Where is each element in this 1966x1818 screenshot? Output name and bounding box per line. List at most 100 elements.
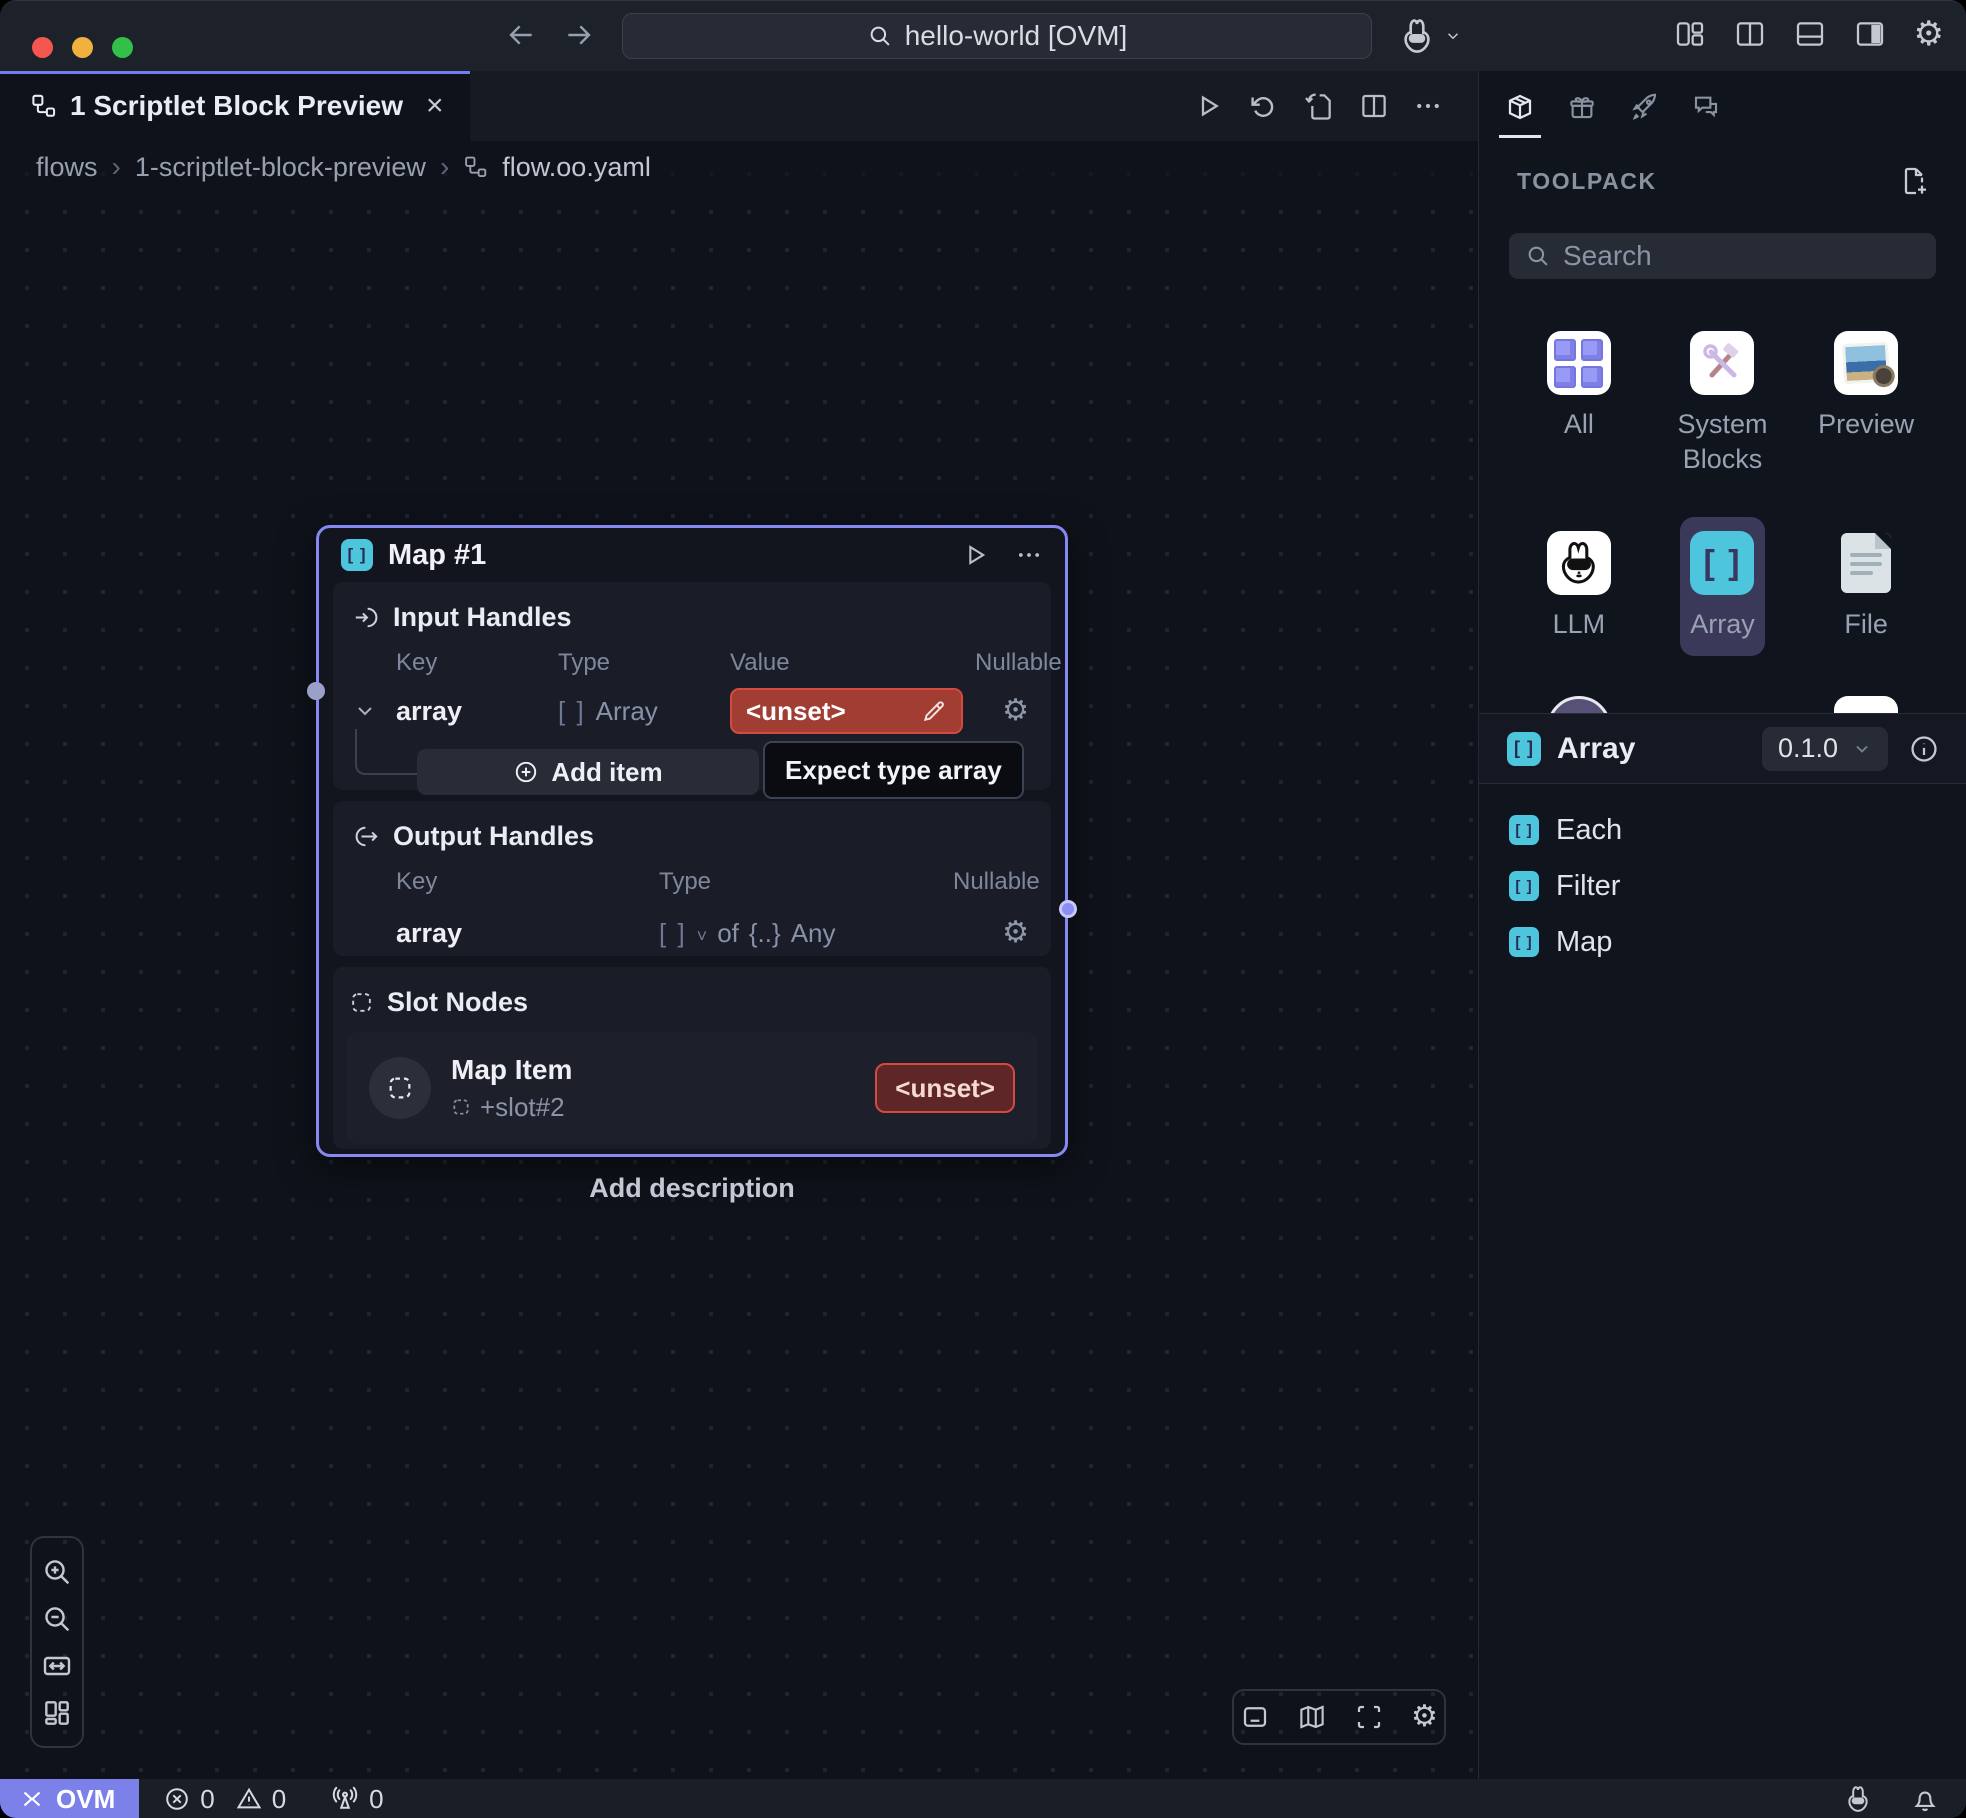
split-editor-icon[interactable] [1359, 91, 1389, 121]
dashed-slot-icon [451, 1097, 471, 1117]
broadcast-status[interactable]: 0 [330, 1784, 383, 1815]
map-node[interactable]: [ ] Map #1 Input Handles [316, 525, 1068, 1157]
split-vertical-icon[interactable] [1734, 18, 1766, 50]
flow-icon [463, 155, 488, 180]
warnings-status[interactable]: 0 [235, 1784, 286, 1815]
preview-photo-icon [1834, 331, 1898, 395]
breadcrumb-item-file[interactable]: flow.oo.yaml [502, 152, 651, 183]
file-document-icon [1834, 531, 1898, 595]
tab-rocket-icon[interactable] [1625, 82, 1663, 132]
bunny-mascot-icon [1396, 15, 1438, 57]
minimize-window-button[interactable] [72, 37, 93, 58]
chevron-down-icon [1852, 739, 1872, 759]
output-key: array [396, 918, 659, 949]
breadcrumb-item-folder[interactable]: 1-scriptlet-block-preview [135, 152, 426, 183]
breadcrumb-item-flows[interactable]: flows [36, 152, 98, 183]
braces-icon: {..} [749, 918, 781, 949]
tool-all[interactable]: All [1537, 317, 1621, 491]
info-icon[interactable] [1908, 733, 1940, 765]
more-actions-icon[interactable] [1413, 91, 1443, 121]
output-row-array: array [ ]˅ of {..} Any ⚙ [333, 902, 1051, 964]
list-item-each[interactable]: [ ] Each [1479, 802, 1966, 858]
add-description-button[interactable]: Add description [316, 1173, 1068, 1204]
node-menu-icon[interactable] [1015, 541, 1043, 569]
forward-icon[interactable] [563, 19, 595, 51]
slot-unset-badge[interactable]: <unset> [875, 1063, 1015, 1113]
export-file-icon[interactable] [1303, 90, 1335, 122]
broadcast-count: 0 [369, 1784, 383, 1815]
array-bracket-icon: [ ] [341, 539, 373, 571]
tool-array-selected[interactable]: [ ] Array [1680, 517, 1765, 656]
list-item-label: Filter [1556, 870, 1620, 903]
minimap-icon[interactable] [1297, 1702, 1327, 1732]
column-type: Type [558, 649, 730, 677]
add-item-label: Add item [551, 757, 662, 788]
arrange-layout-icon[interactable] [41, 1697, 73, 1729]
zoom-window-button[interactable] [112, 37, 133, 58]
slot-avatar [369, 1057, 431, 1119]
bunny-mascot-icon[interactable] [1842, 1783, 1874, 1815]
errors-status[interactable]: 0 [163, 1784, 214, 1815]
tool-system-blocks[interactable]: System Blocks [1651, 317, 1795, 491]
right-panel-icon[interactable] [1854, 18, 1886, 50]
tool-preview[interactable]: Preview [1808, 317, 1924, 491]
llm-fox-icon [1547, 531, 1611, 595]
zoom-out-icon[interactable] [41, 1603, 73, 1635]
collapse-chevron-icon[interactable] [353, 699, 377, 723]
input-type: Array [596, 696, 658, 727]
all-blocks-icon [1547, 331, 1611, 395]
command-search-bar[interactable]: hello-world [OVM] [622, 13, 1372, 59]
notifications-bell-icon[interactable] [1910, 1784, 1940, 1814]
run-node-icon[interactable] [961, 541, 989, 569]
tab-comments-icon[interactable] [1687, 82, 1725, 132]
hammer-wrench-icon [1690, 331, 1754, 395]
tab-toolpack-package-icon[interactable] [1501, 82, 1539, 132]
assistant-menu[interactable] [1396, 15, 1462, 57]
split-horizontal-icon[interactable] [1794, 18, 1826, 50]
input-handles-section: Input Handles Key Type Value Nullable ar… [333, 582, 1051, 790]
list-item-filter[interactable]: [ ] Filter [1479, 858, 1966, 914]
column-nullable: Nullable [975, 649, 1088, 677]
tab-label: 1 Scriptlet Block Preview [70, 90, 403, 122]
list-item-map[interactable]: [ ] Map [1479, 914, 1966, 970]
input-connection-handle[interactable] [307, 682, 325, 700]
add-item-button[interactable]: Add item [417, 749, 759, 795]
tool-grid: All System Blocks Preview LLM [ ] Array [1507, 317, 1938, 774]
output-connection-handle[interactable] [1059, 900, 1077, 918]
tab-gift-icon[interactable] [1563, 82, 1601, 132]
settings-gear-icon[interactable]: ⚙ [1914, 17, 1944, 51]
layout-columns-icon[interactable] [1674, 18, 1706, 50]
output-settings-gear-icon[interactable]: ⚙ [1002, 918, 1051, 948]
back-icon[interactable] [505, 19, 537, 51]
toolpack-search[interactable] [1509, 233, 1936, 279]
tool-label: Preview [1818, 407, 1914, 442]
zoom-in-icon[interactable] [41, 1556, 73, 1588]
replay-icon[interactable] [1247, 90, 1279, 122]
fit-view-icon[interactable] [1354, 1702, 1384, 1732]
canvas-view-toolbar: ⚙ [1232, 1689, 1446, 1745]
input-value-unset-badge[interactable]: <unset> [730, 688, 963, 734]
fit-width-icon[interactable] [41, 1650, 73, 1682]
array-bracket-icon: [ ] [1509, 927, 1539, 957]
version-dropdown[interactable]: 0.1.0 [1762, 727, 1888, 771]
tab-scriptlet-block-preview[interactable]: 1 Scriptlet Block Preview × [0, 71, 470, 141]
canvas-settings-gear-icon[interactable]: ⚙ [1411, 1702, 1438, 1732]
titlebar: hello-world [OVM] ⚙ [0, 1, 1966, 71]
slot-card-map-item[interactable]: Map Item +slot#2 <unset> [347, 1032, 1037, 1144]
ovm-remote-button[interactable]: OVM [0, 1779, 139, 1818]
close-window-button[interactable] [32, 37, 53, 58]
tool-file[interactable]: File [1824, 517, 1908, 656]
output-handle-icon [353, 823, 380, 850]
traffic-lights [32, 37, 133, 58]
panel-bottom-icon[interactable] [1240, 1702, 1270, 1732]
tool-llm[interactable]: LLM [1537, 517, 1621, 656]
flow-canvas[interactable]: flows › 1-scriptlet-block-preview › flow… [0, 141, 1478, 1779]
input-settings-gear-icon[interactable]: ⚙ [1002, 696, 1051, 726]
tool-label: File [1844, 607, 1888, 642]
edit-pencil-icon[interactable] [921, 698, 947, 724]
run-icon[interactable] [1193, 91, 1223, 121]
close-tab-icon[interactable]: × [426, 89, 444, 123]
search-input[interactable] [1563, 240, 1924, 272]
new-toolpack-icon[interactable] [1898, 165, 1930, 197]
list-item-label: Each [1556, 814, 1622, 847]
